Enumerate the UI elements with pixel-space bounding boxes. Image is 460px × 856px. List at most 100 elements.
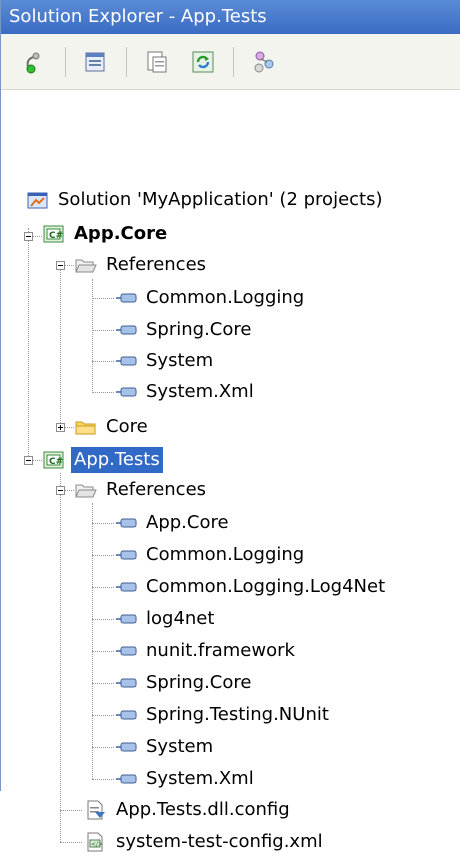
reference-icon bbox=[116, 325, 137, 335]
reference-icon bbox=[116, 518, 137, 528]
tree-item-config-file[interactable]: App.Tests.dll.config bbox=[85, 796, 293, 824]
view-designer-button[interactable] bbox=[141, 46, 173, 78]
xml-file-icon: </> bbox=[87, 832, 103, 852]
reference-label: System.Xml bbox=[146, 768, 254, 789]
tree-item-reference[interactable]: Common.Logging.Log4Net bbox=[115, 573, 388, 601]
tree-guide bbox=[60, 263, 61, 427]
reference-label: nunit.framework bbox=[146, 640, 295, 661]
app-core-collapse-toggle[interactable] bbox=[24, 232, 33, 241]
tree-item-reference[interactable]: System.Xml bbox=[115, 765, 257, 793]
tree-guide bbox=[92, 361, 114, 362]
reference-label: Common.Logging bbox=[146, 544, 305, 565]
solution-explorer-window: Solution Explorer - App.Tests Solution '… bbox=[0, 0, 460, 852]
reference-icon bbox=[116, 356, 137, 366]
tree-item-reference[interactable]: Common.Logging bbox=[115, 541, 307, 569]
toolbar bbox=[1, 34, 460, 90]
toolbar-separator bbox=[65, 46, 66, 77]
references-label: References bbox=[106, 254, 207, 275]
tree-guide bbox=[92, 683, 114, 684]
tree-guide bbox=[92, 503, 93, 779]
tree-item-reference[interactable]: Common.Logging bbox=[115, 284, 307, 312]
tree-item-reference[interactable]: System bbox=[115, 733, 216, 761]
reference-icon bbox=[116, 742, 137, 752]
reference-icon bbox=[116, 646, 137, 656]
reference-label: Spring.Testing.NUnit bbox=[146, 704, 329, 725]
core-references-collapse-toggle[interactable] bbox=[56, 261, 65, 270]
view-designer-icon bbox=[147, 51, 167, 72]
reference-icon bbox=[116, 582, 137, 592]
class-view-icon bbox=[254, 51, 274, 72]
window-title: Solution Explorer - App.Tests bbox=[1, 0, 460, 34]
tree-guide bbox=[60, 473, 61, 842]
tree-item-core-folder[interactable]: Core bbox=[75, 413, 151, 441]
tree-guide bbox=[92, 392, 114, 393]
properties-icon bbox=[26, 52, 40, 73]
csharp-project-icon: C# bbox=[43, 225, 64, 243]
open-folder-icon bbox=[75, 259, 97, 273]
tree-item-reference[interactable]: App.Core bbox=[115, 509, 232, 537]
core-folder-expand-toggle[interactable] bbox=[56, 423, 65, 432]
tree-item-reference[interactable]: System.Xml bbox=[115, 378, 257, 406]
show-all-files-button[interactable] bbox=[80, 46, 112, 78]
reference-icon bbox=[116, 293, 137, 303]
tree-guide bbox=[92, 651, 114, 652]
reference-icon bbox=[116, 678, 137, 688]
refresh-button[interactable] bbox=[187, 46, 219, 78]
svg-text:C#: C# bbox=[49, 457, 63, 467]
reference-label: log4net bbox=[146, 608, 215, 629]
toolbar-separator bbox=[233, 46, 234, 77]
reference-label: App.Core bbox=[146, 512, 229, 533]
app-tests-collapse-toggle[interactable] bbox=[24, 456, 33, 465]
class-view-button[interactable] bbox=[248, 46, 280, 78]
file-label: system-test-config.xml bbox=[116, 831, 323, 852]
reference-icon bbox=[116, 550, 137, 560]
reference-icon bbox=[116, 387, 137, 397]
tree-guide bbox=[92, 523, 114, 524]
reference-label: System.Xml bbox=[146, 381, 254, 402]
tree-item-app-core[interactable]: C# App.Core bbox=[43, 220, 170, 248]
reference-label: Spring.Core bbox=[146, 672, 252, 693]
reference-icon bbox=[116, 710, 137, 720]
solution-label: Solution 'MyApplication' (2 projects) bbox=[58, 189, 383, 210]
reference-label: Spring.Core bbox=[146, 319, 252, 340]
tests-references-collapse-toggle[interactable] bbox=[56, 486, 65, 495]
reference-label: System bbox=[146, 350, 214, 371]
properties-button[interactable] bbox=[19, 46, 51, 78]
reference-label: System bbox=[146, 736, 214, 757]
toolbar-separator bbox=[126, 46, 127, 77]
tree-item-app-tests[interactable]: C# App.Tests bbox=[43, 446, 163, 474]
svg-text:</>: </> bbox=[91, 841, 103, 848]
reference-label: Common.Logging.Log4Net bbox=[146, 576, 386, 597]
tree-guide bbox=[60, 810, 82, 811]
tree-item-xml-file[interactable]: </> system-test-config.xml bbox=[85, 828, 326, 856]
file-label: App.Tests.dll.config bbox=[116, 799, 290, 820]
tree-guide bbox=[28, 228, 29, 458]
tree-guide bbox=[92, 298, 114, 299]
tree-guide bbox=[92, 715, 114, 716]
reference-icon bbox=[116, 614, 137, 624]
solution-icon bbox=[27, 192, 48, 209]
tree-guide bbox=[92, 779, 114, 780]
tree-item-reference[interactable]: System bbox=[115, 347, 216, 375]
tree-guide bbox=[92, 330, 114, 331]
tree-item-reference[interactable]: Spring.Testing.NUnit bbox=[115, 701, 332, 729]
tree-item-reference[interactable]: log4net bbox=[115, 605, 217, 633]
reference-icon bbox=[116, 774, 137, 784]
tree-item-reference[interactable]: nunit.framework bbox=[115, 637, 298, 665]
tree-item-reference[interactable]: Spring.Core bbox=[115, 669, 254, 697]
tree-item-solution[interactable]: Solution 'MyApplication' (2 projects) bbox=[27, 186, 386, 214]
reference-label: Common.Logging bbox=[146, 287, 305, 308]
tree-guide bbox=[92, 555, 114, 556]
tree-item-tests-references[interactable]: References bbox=[75, 476, 209, 504]
tree-guide bbox=[92, 279, 93, 391]
folder-label: Core bbox=[106, 416, 148, 437]
project-label: App.Core bbox=[74, 223, 168, 244]
open-folder-icon bbox=[75, 484, 97, 498]
refresh-icon bbox=[192, 51, 214, 72]
csharp-project-icon: C# bbox=[43, 451, 64, 469]
config-file-icon bbox=[87, 800, 105, 820]
tree-item-reference[interactable]: Spring.Core bbox=[115, 316, 254, 344]
tree-guide bbox=[60, 842, 82, 843]
show-all-files-icon bbox=[85, 52, 105, 71]
tree-item-core-references[interactable]: References bbox=[75, 251, 209, 279]
